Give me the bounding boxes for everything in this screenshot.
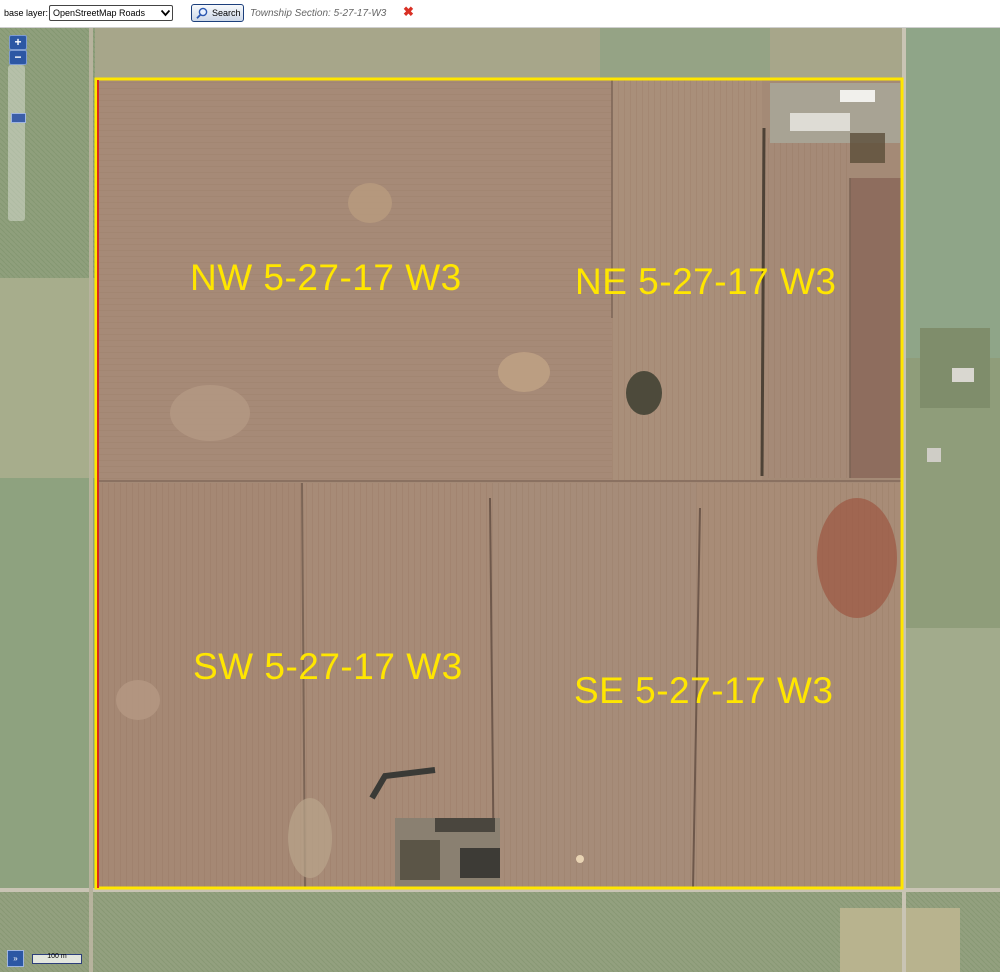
zoom-in-button[interactable]: + [9, 35, 27, 50]
base-layer-value: OpenStreetMap Roads [53, 8, 146, 18]
search-button[interactable]: Search [191, 4, 244, 22]
toolbar: base layer: OpenStreetMap Roads Search T… [0, 0, 1000, 28]
zoom-out-button[interactable]: − [9, 50, 27, 65]
search-button-label: Search [212, 8, 241, 18]
quarter-label-sw: SW 5-27-17 W3 [193, 646, 463, 687]
base-layer-label: base layer: [4, 8, 49, 18]
chevron-down-icon [161, 9, 170, 17]
zoom-slider[interactable] [8, 65, 25, 221]
scale-label: 100 m [47, 953, 67, 960]
quarter-label-ne: NE 5-27-17 W3 [575, 261, 837, 302]
base-layer-select[interactable]: OpenStreetMap Roads [49, 5, 173, 21]
close-icon[interactable]: ✖ [403, 5, 414, 19]
layer-switcher-button[interactable]: » [7, 950, 24, 967]
township-section-text: Township Section: 5-27-17-W3 [250, 8, 387, 19]
quarter-label-se: SE 5-27-17 W3 [574, 670, 834, 711]
zoom-slider-thumb[interactable] [11, 113, 26, 123]
search-icon [196, 7, 208, 19]
satellite-imagery [0, 28, 1000, 972]
quarter-label-nw: NW 5-27-17 W3 [190, 257, 462, 298]
map-viewport[interactable]: + − NW 5-27-17 W3 NE 5-27-17 W3 SW 5-27-… [0, 28, 1000, 972]
